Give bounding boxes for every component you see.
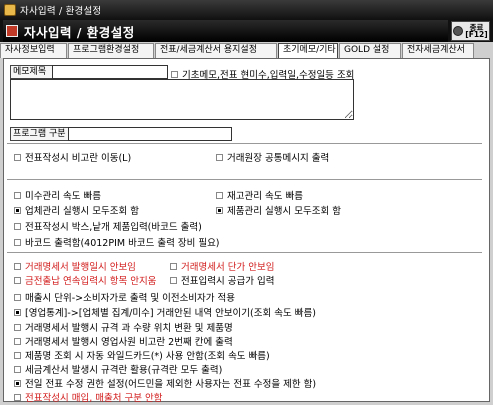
page-title: 자사입력 / 환경설정 <box>24 24 135 40</box>
memo-title-input[interactable] <box>52 65 168 79</box>
option-label: 재고관리 속도 빠름 <box>227 191 303 202</box>
divider <box>7 143 482 144</box>
option-product-query-all[interactable]: 제품관리 실행시 모두조회 함 <box>216 203 341 217</box>
option-label: 전표입력시 공급가 입력 <box>181 276 275 287</box>
divider <box>7 252 482 253</box>
option-label: 제품관리 실행시 모두조회 함 <box>227 206 341 217</box>
checkbox-box <box>171 70 178 78</box>
option-label: 금전출납 연속입력시 항목 안지움 <box>25 276 157 287</box>
option-swap-spec-qty[interactable]: 거래명세서 발행시 규격 과 수량 위치 변환 및 제품명 <box>14 320 233 334</box>
checkbox-box <box>14 393 21 401</box>
option-label: 매출시 단위->소비자가로 출력 및 이전소비자가 적용 <box>25 293 236 304</box>
program-division-input[interactable] <box>68 127 232 141</box>
checkbox-box <box>14 206 21 214</box>
option-tax-invoice-spec[interactable]: 세금계산서 발생시 규격란 활용(규격란 모두 출력) <box>14 362 222 376</box>
page-header: 자사입력 / 환경설정 <box>0 20 493 42</box>
app-icon <box>4 4 16 16</box>
option-label: 세금계산서 발생시 규격란 활용(규격란 모두 출력) <box>25 365 223 376</box>
checkbox-box <box>216 153 223 161</box>
option-keep-cash-items[interactable]: 금전출납 연속입력시 항목 안지움 <box>14 273 156 287</box>
checkbox-box <box>216 191 223 199</box>
exit-icon <box>453 26 464 36</box>
option-ledger-message[interactable]: 거래원장 공통메시지 출력 <box>216 150 329 164</box>
option-label: [영업통계]->[업체별 집계/미수] 거래안된 내역 안보이기(조회 속도 빠… <box>25 308 316 319</box>
tab-e-tax-invoice[interactable]: 전자세금계산서 <box>402 43 474 58</box>
exit-button[interactable]: 종료 [F12] <box>451 21 490 41</box>
option-box-unit-input[interactable]: 전표작성시 박스,낱개 제품입력(바코드 출력) <box>14 219 202 233</box>
option-label: 전표작성시 비고란 이동(L) <box>25 153 132 164</box>
header-bar: 자사입력 / 환경설정 <box>3 20 448 42</box>
option-hide-issue-time[interactable]: 거래명세서 발행일시 안보임 <box>14 259 136 273</box>
checkbox-box <box>14 293 21 301</box>
divider <box>7 179 482 180</box>
exit-shortcut: [F12] <box>465 30 488 39</box>
option-label: 거래명세서 발행시 규격 과 수량 위치 변환 및 제품명 <box>25 323 233 334</box>
checkbox-box <box>170 262 177 270</box>
checkbox-box <box>14 238 21 246</box>
checkbox-box <box>14 365 21 373</box>
option-label: 전표작성시 박스,낱개 제품입력(바코드 출력) <box>25 222 202 233</box>
option-receivable-speed[interactable]: 미수관리 속도 빠름 <box>14 188 101 202</box>
option-label: 전표작성시 매입, 매출처 구분 안함 <box>25 393 163 404</box>
checkbox-box <box>216 206 223 214</box>
option-label: 바코드 출력함(4012PIM 바코드 출력 장비 필요) <box>25 238 220 249</box>
option-label: 거래명세서 단가 안보임 <box>181 262 275 273</box>
option-memo-move[interactable]: 전표작성시 비고란 이동(L) <box>14 150 131 164</box>
option-hide-unit-price[interactable]: 거래명세서 단가 안보임 <box>170 259 274 273</box>
option-prev-day-edit-permission[interactable]: 전일 전표 수정 권한 설정(어드민을 제외한 사용자는 전표 수정을 제한 함… <box>14 376 316 390</box>
option-label: 미수관리 속도 빠름 <box>25 191 101 202</box>
tab-gold-settings[interactable]: GOLD 설정 <box>339 43 401 58</box>
option-salesperson-note[interactable]: 거래명세서 발행시 영업사원 비고란 2번째 칸에 출력 <box>14 334 233 348</box>
option-label: 업체관리 실행시 모두조회 함 <box>25 206 139 217</box>
tab-company-info[interactable]: 자사정보입력 <box>0 43 67 58</box>
checkbox-box <box>14 222 21 230</box>
option-hide-no-transactions[interactable]: [영업통계]->[업체별 집계/미수] 거래안된 내역 안보이기(조회 속도 빠… <box>14 305 316 319</box>
option-company-query-all[interactable]: 업체관리 실행시 모두조회 함 <box>14 203 139 217</box>
option-label: 전일 전표 수정 권한 설정(어드민을 제외한 사용자는 전표 수정을 제한 함… <box>25 379 317 390</box>
tab-paper-settings[interactable]: 전표/세금계산서 용지설정 <box>155 43 277 58</box>
checkbox-box <box>14 337 21 345</box>
checkbox-box <box>14 262 21 270</box>
option-consumer-price[interactable]: 매출시 단위->소비자가로 출력 및 이전소비자가 적용 <box>14 290 235 304</box>
option-no-buy-sell-division[interactable]: 전표작성시 매입, 매출처 구분 안함 <box>14 390 162 404</box>
checkbox-box <box>14 276 21 284</box>
window-title: 자사입력 / 환경설정 <box>20 6 102 17</box>
checkbox-box <box>14 351 21 359</box>
tab-initial-memo[interactable]: 초기메모/기타 <box>278 43 338 58</box>
checkbox-box <box>170 276 177 284</box>
option-label: 거래원장 공통메시지 출력 <box>227 153 330 164</box>
checkbox-box <box>14 153 21 161</box>
checkbox-box <box>14 308 21 316</box>
program-division-label: 프로그램 구분 <box>10 127 69 141</box>
checkbox-box <box>14 379 21 387</box>
option-supply-price-input[interactable]: 전표입력시 공급가 입력 <box>170 273 274 287</box>
option-label: 거래명세서 발행시 영업사원 비고란 2번째 칸에 출력 <box>25 337 233 348</box>
option-label: 제품명 조회 시 자동 와일드카드(*) 사용 안함(조회 속도 빠름) <box>25 351 270 362</box>
memo-body-textarea[interactable] <box>10 79 354 120</box>
tab-program-settings[interactable]: 프로그램환경설정 <box>68 43 154 58</box>
option-label: 거래명세서 발행일시 안보임 <box>25 262 136 273</box>
exit-button-text: 종료 [F12] <box>465 23 488 39</box>
option-inventory-speed[interactable]: 재고관리 속도 빠름 <box>216 188 303 202</box>
tab-strip: 자사정보입력 프로그램환경설정 전표/세금계산서 용지설정 초기메모/기타 GO… <box>0 43 475 58</box>
memo-title-label: 메모제목 <box>10 65 53 79</box>
window-titlebar: 자사입력 / 환경설정 <box>0 0 493 20</box>
settings-icon <box>6 25 18 37</box>
checkbox-box <box>14 323 21 331</box>
option-no-wildcard[interactable]: 제품명 조회 시 자동 와일드카드(*) 사용 안함(조회 속도 빠름) <box>14 348 270 362</box>
option-barcode-print[interactable]: 바코드 출력함(4012PIM 바코드 출력 장비 필요) <box>14 235 220 249</box>
checkbox-box <box>14 191 21 199</box>
